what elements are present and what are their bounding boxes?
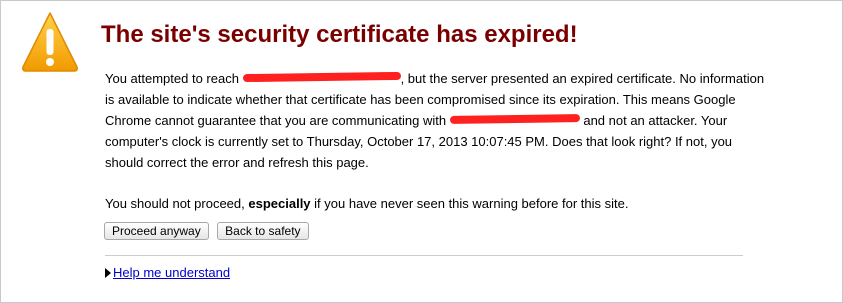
warning-part-1: You should not proceed, — [105, 196, 245, 211]
interstitial-page: The site's security certificate has expi… — [0, 0, 843, 303]
explanation-paragraph: You attempted to reach , but the server … — [105, 68, 765, 173]
warning-paragraph: You should not proceed, especially if yo… — [105, 193, 765, 214]
back-to-safety-button[interactable]: Back to safety — [217, 222, 309, 240]
help-me-understand-link[interactable]: Help me understand — [113, 265, 230, 280]
warning-emphasis: especially — [248, 196, 311, 211]
action-buttons: Proceed anyway Back to safety — [104, 222, 313, 240]
help-section[interactable]: Help me understand — [105, 265, 230, 280]
proceed-anyway-button[interactable]: Proceed anyway — [104, 222, 209, 240]
page-title: The site's security certificate has expi… — [101, 21, 578, 48]
explanation-part-1: You attempted to reach — [105, 71, 239, 86]
warning-triangle-icon — [22, 12, 78, 72]
main-text: You attempted to reach , but the server … — [105, 68, 765, 214]
divider — [105, 255, 743, 256]
redacted-hostname-2 — [450, 113, 580, 126]
disclosure-triangle-icon[interactable] — [105, 268, 111, 278]
redacted-hostname — [243, 71, 401, 84]
warning-part-2: if you have never seen this warning befo… — [314, 196, 629, 211]
